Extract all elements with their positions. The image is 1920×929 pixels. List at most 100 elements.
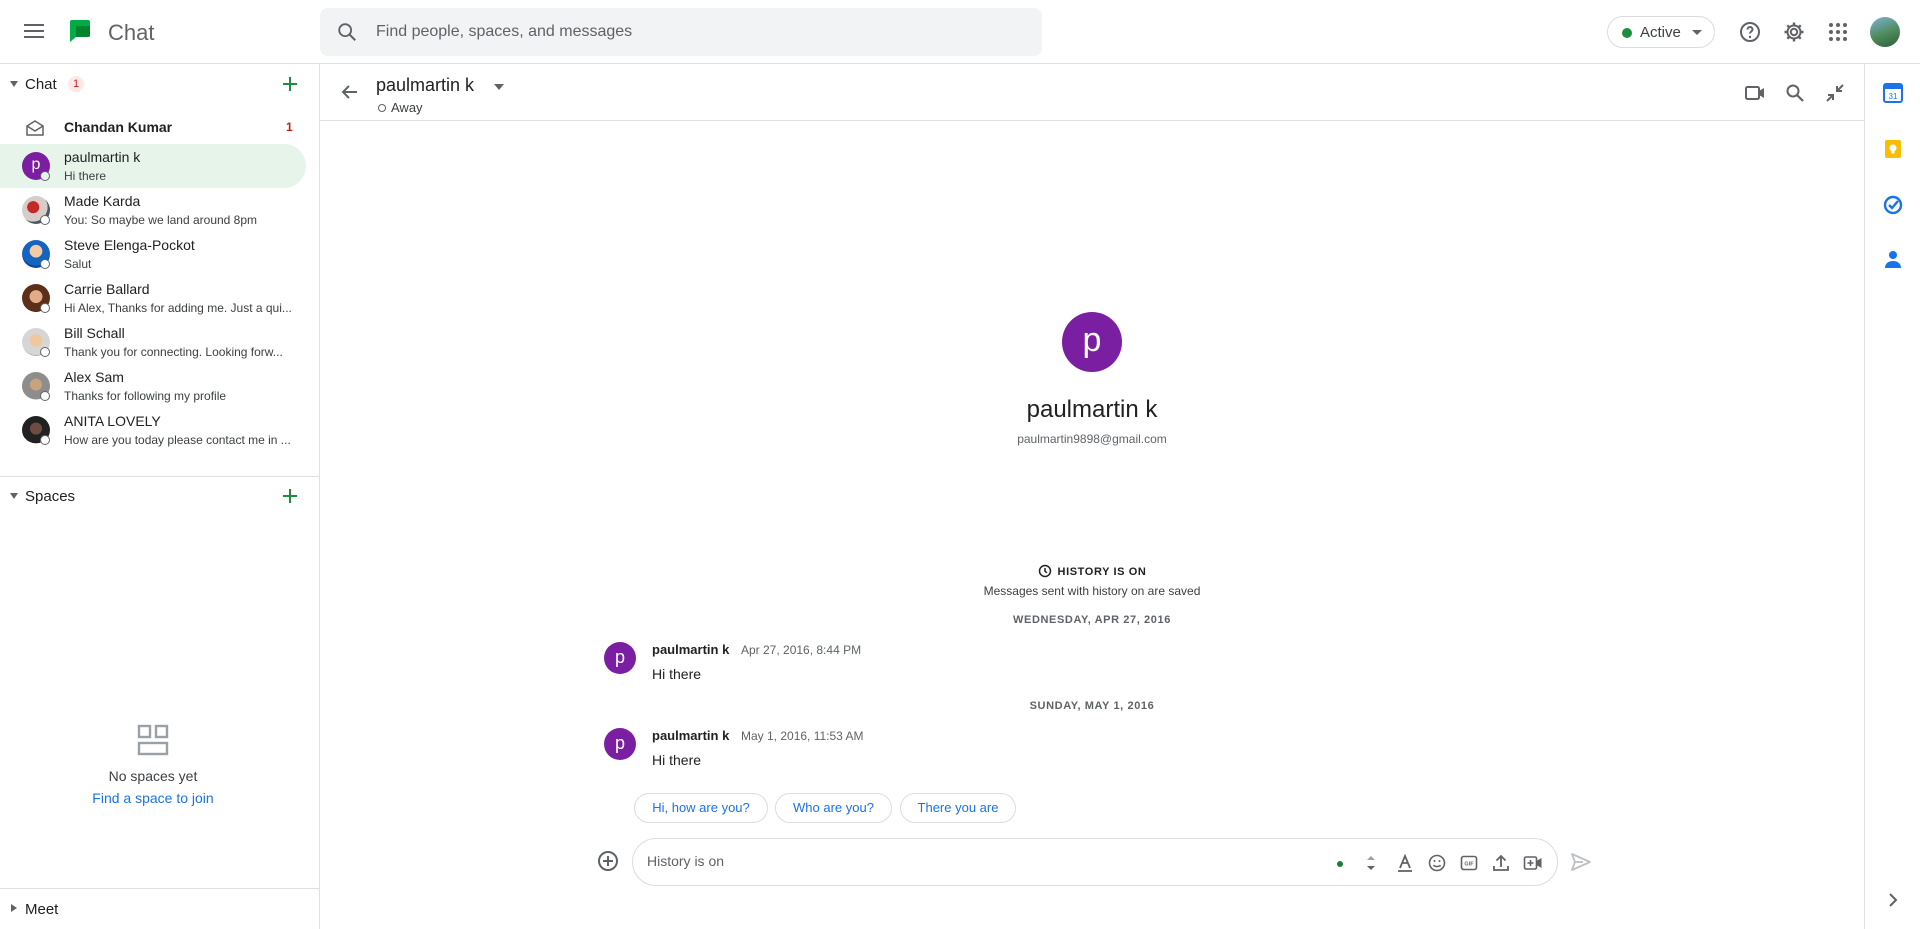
chat-section-label: Chat: [25, 76, 57, 93]
chat-item-name: Alex Sam: [64, 369, 124, 385]
apps-grid-icon[interactable]: [1826, 20, 1850, 44]
collapse-triangle-icon: [10, 81, 18, 87]
presence-away-icon: [40, 171, 50, 181]
chat-item-name: Bill Schall: [64, 325, 125, 341]
smart-reply-chip[interactable]: Hi, how are you?: [634, 793, 768, 823]
grammar-indicator-dot: [1337, 861, 1343, 867]
message-input[interactable]: History is on: [647, 853, 724, 869]
chevron-right-icon[interactable]: [1882, 889, 1904, 911]
back-arrow-icon[interactable]: [340, 82, 360, 102]
chat-section-header[interactable]: Chat 1: [0, 64, 320, 104]
presence-away-icon: [40, 259, 50, 269]
unread-mail-icon: [26, 120, 44, 136]
status-text: Away: [391, 100, 423, 115]
find-space-link[interactable]: Find a space to join: [0, 790, 306, 806]
presence-away-icon: [40, 391, 50, 401]
search-input[interactable]: Find people, spaces, and messages: [376, 23, 632, 41]
chat-item-name: ANITA LOVELY: [64, 413, 161, 429]
smart-reply-chip[interactable]: Who are you?: [775, 793, 892, 823]
spaces-section-header[interactable]: Spaces: [0, 476, 320, 516]
chat-item-alex-sam[interactable]: Alex Sam Thanks for following my profile: [0, 364, 306, 408]
message-timestamp: May 1, 2016, 11:53 AM: [741, 729, 864, 743]
smart-reply-chip[interactable]: There you are: [900, 793, 1016, 823]
top-bar: Chat Find people, spaces, and messages A…: [0, 0, 1920, 64]
main-menu-icon[interactable]: [22, 20, 46, 44]
presence-away-icon: [40, 215, 50, 225]
chat-item-bill-schall[interactable]: Bill Schall Thank you for connecting. Lo…: [0, 320, 306, 364]
chat-item-name: paulmartin k: [64, 149, 141, 165]
chat-item-steve-elenga-pockot[interactable]: Steve Elenga-Pockot Salut: [0, 232, 306, 276]
search-icon: [338, 23, 356, 41]
message-sender: paulmartin k: [652, 642, 730, 657]
add-video-meeting-icon[interactable]: [1523, 853, 1543, 873]
new-chat-plus-icon[interactable]: [280, 74, 300, 94]
history-notice: HISTORY IS ON Messages sent with history…: [892, 564, 1292, 598]
svg-text:31: 31: [1889, 92, 1898, 101]
conversation-status: Away: [378, 100, 423, 115]
message-avatar[interactable]: p: [604, 728, 636, 760]
expand-triangle-icon: [11, 904, 17, 912]
search-icon[interactable]: [1784, 82, 1806, 104]
conversation-header: paulmartin k Away: [320, 64, 1864, 121]
message-timestamp: Apr 27, 2016, 8:44 PM: [741, 643, 862, 657]
profile-avatar: p: [1062, 312, 1122, 372]
add-plus-circle-icon[interactable]: [596, 849, 620, 873]
send-icon[interactable]: [1570, 851, 1592, 873]
message-composer[interactable]: History is on GIF: [632, 838, 1558, 886]
chevron-down-icon[interactable]: [494, 84, 504, 90]
profile-name: paulmartin k: [1026, 396, 1158, 423]
date-separator: SUNDAY, MAY 1, 2016: [1029, 700, 1155, 712]
history-clock-icon: [1038, 564, 1051, 578]
chat-item-snippet: Thank you for connecting. Looking forw..…: [64, 345, 283, 359]
gif-icon[interactable]: GIF: [1459, 853, 1479, 873]
new-space-plus-icon[interactable]: [280, 486, 300, 506]
meet-section-header[interactable]: Meet: [0, 889, 320, 929]
chat-item-made-karda[interactable]: Made Karda You: So maybe we land around …: [0, 188, 306, 232]
presence-away-icon: [40, 303, 50, 313]
presence-away-icon: [40, 347, 50, 357]
chat-item-name: Made Karda: [64, 193, 141, 209]
search-bar[interactable]: Find people, spaces, and messages: [320, 8, 1042, 56]
status-dropdown[interactable]: Active: [1607, 16, 1715, 48]
chat-item-anita-lovely[interactable]: ANITA LOVELY How are you today please co…: [0, 408, 306, 452]
collapse-triangle-icon: [10, 493, 18, 499]
chat-item-snippet: You: So maybe we land around 8pm: [64, 213, 258, 227]
message: p paulmartin k May 1, 2016, 11:53 AM Hi …: [604, 728, 1204, 778]
svg-text:GIF: GIF: [1464, 862, 1474, 868]
chevron-down-icon: [1692, 30, 1702, 35]
spaces-empty-state: No spaces yet Find a space to join: [0, 724, 306, 806]
message-avatar[interactable]: p: [604, 642, 636, 674]
keep-notes-icon[interactable]: [1882, 138, 1904, 160]
account-avatar[interactable]: [1870, 17, 1900, 47]
chat-item-carrie-ballard[interactable]: Carrie Ballard Hi Alex, Thanks for addin…: [0, 276, 306, 320]
calendar-icon[interactable]: 31: [1882, 82, 1904, 104]
away-ring-icon: [378, 104, 386, 112]
profile-email: paulmartin9898@gmail.com: [1017, 432, 1167, 446]
no-spaces-text: No spaces yet: [108, 768, 198, 784]
format-text-icon[interactable]: [1395, 853, 1415, 873]
contacts-icon[interactable]: [1882, 248, 1904, 270]
chat-unread-badge: 1: [68, 76, 84, 92]
settings-gear-icon[interactable]: [1782, 20, 1806, 44]
chat-item-name: Carrie Ballard: [64, 281, 150, 297]
message-sender: paulmartin k: [652, 728, 730, 743]
chat-item-name: Steve Elenga-Pockot: [64, 237, 195, 253]
emoji-icon[interactable]: [1427, 853, 1447, 873]
chat-item-paulmartin-k[interactable]: p paulmartin k Hi there: [0, 144, 306, 188]
history-subtitle: Messages sent with history on are saved: [983, 584, 1201, 598]
spaces-section-label: Spaces: [25, 488, 76, 505]
tasks-icon[interactable]: [1882, 194, 1904, 216]
status-dot: [1622, 28, 1632, 38]
exit-fullscreen-icon[interactable]: [1824, 82, 1846, 104]
video-call-icon[interactable]: [1744, 82, 1766, 104]
help-icon[interactable]: [1738, 20, 1762, 44]
unread-count: 1: [286, 120, 293, 134]
expand-arrows-icon[interactable]: [1361, 853, 1381, 873]
conversation-title[interactable]: paulmartin k: [376, 75, 474, 96]
status-label: Active: [1640, 24, 1681, 41]
message-text: Hi there: [652, 752, 702, 768]
chat-item-snippet: Hi Alex, Thanks for adding me. Just a qu…: [64, 301, 292, 315]
upload-file-icon[interactable]: [1491, 853, 1511, 873]
presence-away-icon: [40, 435, 50, 445]
history-title-row: HISTORY IS ON: [892, 564, 1292, 578]
